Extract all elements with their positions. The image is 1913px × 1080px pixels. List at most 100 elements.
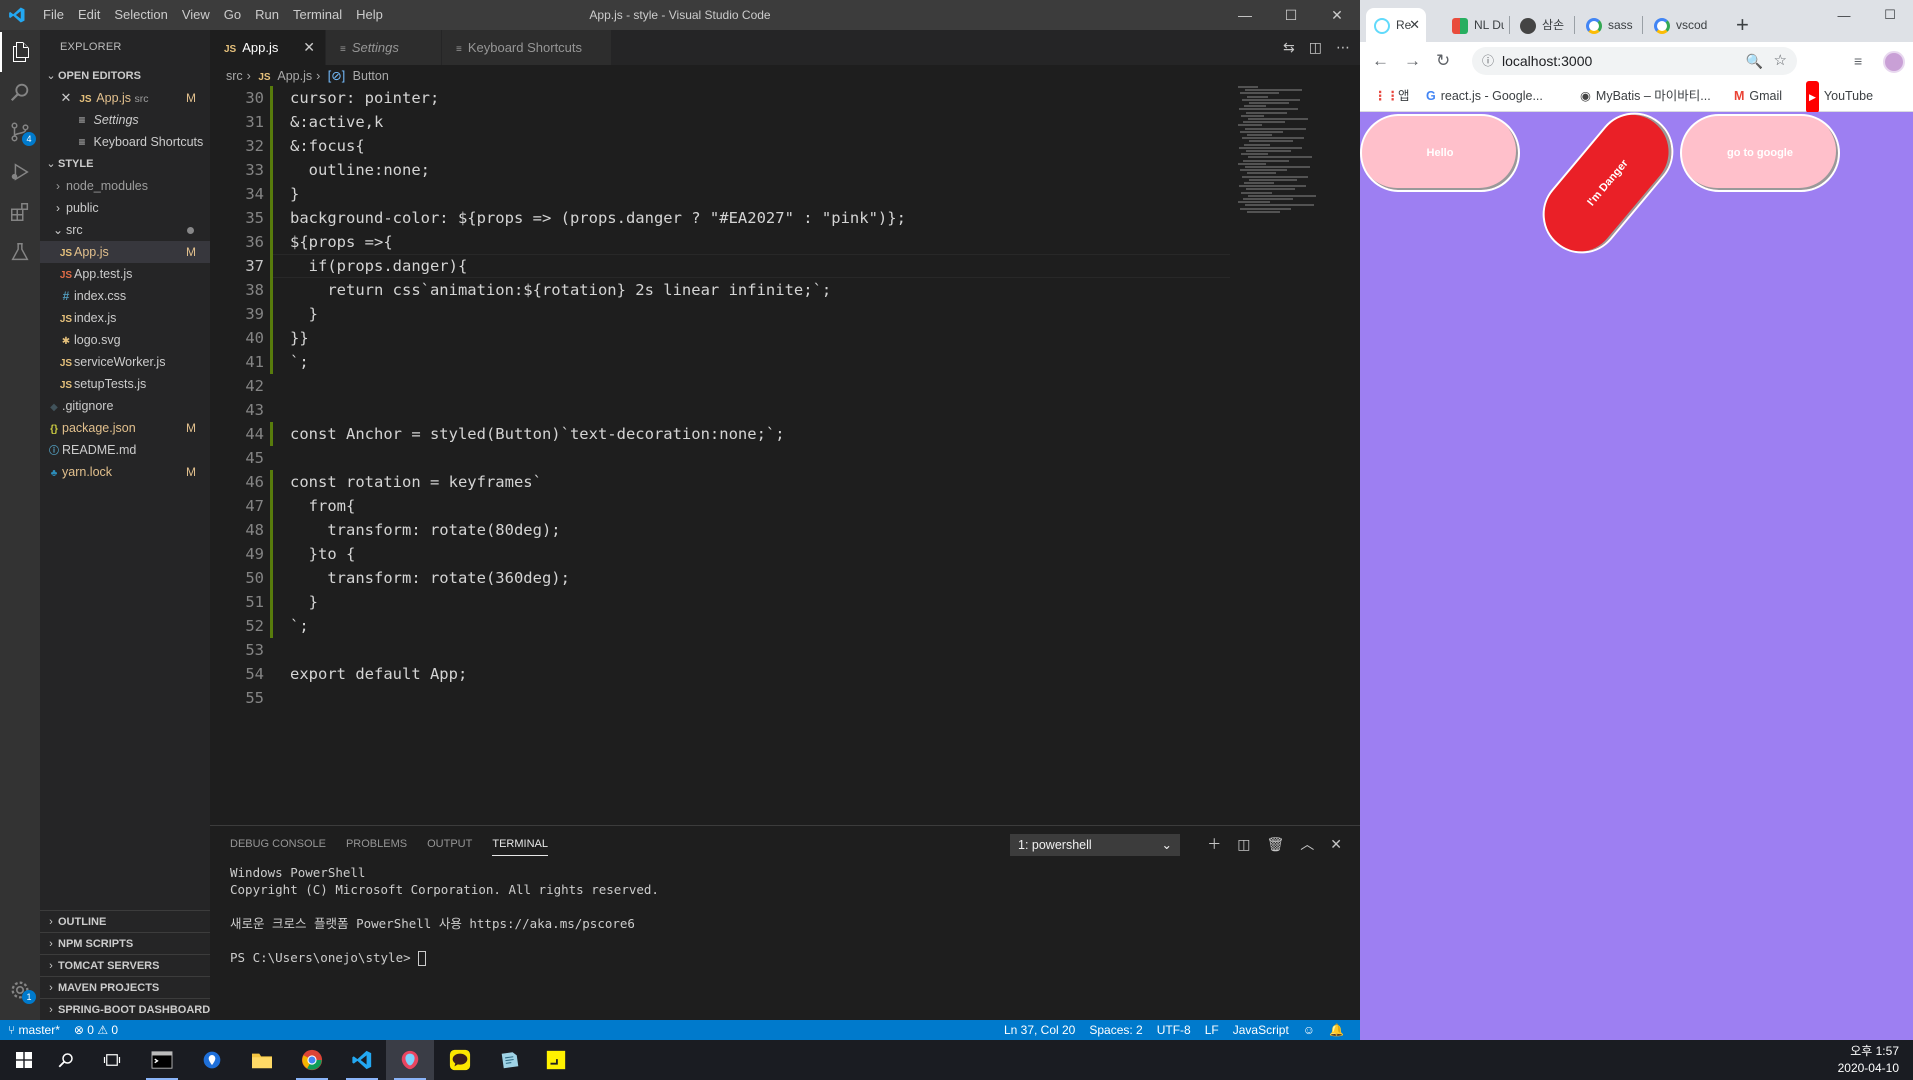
tree-file-index-css[interactable]: # index.css [40, 285, 210, 307]
terminal-output[interactable]: Windows PowerShell Copyright (C) Microso… [230, 864, 659, 966]
start-button[interactable] [0, 1040, 48, 1080]
reload-icon[interactable]: ↻ [1436, 42, 1450, 80]
chrome-tab-du[interactable]: NL Du [1444, 8, 1504, 42]
tree-folder-src[interactable]: ⌄ src [40, 219, 210, 241]
bookmark-youtube[interactable]: ▶ YouTube [1806, 80, 1873, 113]
chrome-minimize-button[interactable]: — [1821, 0, 1867, 30]
more-actions-icon[interactable]: ⋯ [1336, 39, 1350, 56]
chrome-tab-vscode[interactable]: vscod [1646, 8, 1716, 42]
menu-go[interactable]: Go [217, 0, 248, 30]
tree-file-serviceworker-js[interactable]: JS serviceWorker.js [40, 351, 210, 373]
tree-file-app-js[interactable]: JS App.js M [40, 241, 210, 263]
tree-file-package-json[interactable]: {} package.json M [40, 417, 210, 439]
tree-folder-node-modules[interactable]: › node_modules [40, 175, 210, 197]
zoom-icon[interactable]: 🔍 [1746, 47, 1763, 75]
menu-selection[interactable]: Selection [107, 0, 174, 30]
search-activity[interactable] [0, 72, 40, 112]
chrome-tab-react[interactable]: Re ✕ [1366, 8, 1426, 42]
star-icon[interactable]: ☆ [1774, 47, 1787, 75]
menu-run[interactable]: Run [248, 0, 286, 30]
end-of-line[interactable]: LF [1205, 1020, 1219, 1040]
minimize-button[interactable]: — [1222, 0, 1268, 30]
open-editor-keyboard-shortcuts[interactable]: ≡ Keyboard Shortcuts [40, 131, 210, 153]
profile-avatar[interactable] [1883, 51, 1905, 73]
hello-button[interactable]: Hello [1360, 114, 1520, 192]
taskbar-notepad[interactable] [486, 1040, 534, 1080]
menu-edit[interactable]: Edit [71, 0, 107, 30]
tab-settings[interactable]: ≡ Settings [326, 30, 442, 65]
code-editor[interactable]: 30 cursor: pointer; 31 &:active,k 32 &:focus{… [210, 86, 1230, 707]
extensions-activity[interactable] [0, 192, 40, 232]
tree-file-readme-md[interactable]: ⓘ README.md [40, 439, 210, 461]
tomcat-servers-section[interactable]: › TOMCAT SERVERS [40, 954, 210, 976]
taskbar-file-explorer[interactable] [238, 1040, 286, 1080]
menu-terminal[interactable]: Terminal [286, 0, 349, 30]
trash-icon[interactable]: 🗑 [1266, 836, 1284, 853]
split-editor-icon[interactable]: ◫ [1309, 39, 1322, 56]
chrome-maximize-button[interactable]: ☐ [1867, 0, 1913, 30]
bookmark-gmail[interactable]: M Gmail [1734, 80, 1782, 112]
run-activity[interactable] [0, 152, 40, 192]
reading-list-icon[interactable]: ≡ [1854, 42, 1862, 80]
address-bar[interactable]: ⓘ localhost:3000 🔍 ☆ [1472, 47, 1797, 75]
indentation[interactable]: Spaces: 2 [1089, 1020, 1142, 1040]
bookmark-react[interactable]: Greact.js - Google... [1426, 80, 1543, 112]
feedback-icon[interactable]: ☺ [1303, 1020, 1315, 1040]
workspace-section[interactable]: ⌄ STYLE [40, 153, 210, 175]
compare-changes-icon[interactable]: ⇆ [1283, 39, 1295, 56]
problems-status[interactable]: ⊗ 0 ⚠ 0 [74, 1020, 118, 1040]
app-bookmark[interactable]: 앱 [1398, 80, 1410, 112]
menu-file[interactable]: File [36, 0, 71, 30]
git-branch[interactable]: ⑂ master* [8, 1020, 60, 1040]
back-arrow-icon[interactable]: ← [1372, 42, 1389, 80]
close-tab-icon[interactable]: ✕ [1409, 8, 1420, 42]
close-tab-icon[interactable]: ✕ [303, 30, 315, 65]
bell-icon[interactable]: 🔔 [1329, 1020, 1344, 1040]
taskbar-paint[interactable] [386, 1040, 434, 1080]
menu-view[interactable]: View [175, 0, 217, 30]
system-clock[interactable]: 오후 1:57 2020-04-10 [1838, 1043, 1899, 1077]
close-panel-icon[interactable]: ✕ [1330, 836, 1342, 853]
language-mode[interactable]: JavaScript [1233, 1020, 1289, 1040]
spring-boot-dashboard-section[interactable]: › SPRING-BOOT DASHBOARD [40, 998, 210, 1020]
encoding[interactable]: UTF-8 [1157, 1020, 1191, 1040]
taskbar-terminal[interactable] [138, 1040, 186, 1080]
taskbar-maps[interactable] [188, 1040, 236, 1080]
outline-section[interactable]: › OUTLINE [40, 910, 210, 932]
close-icon[interactable]: ✕ [58, 87, 74, 109]
taskbar-vscode[interactable] [338, 1040, 386, 1080]
forward-arrow-icon[interactable]: → [1404, 42, 1421, 80]
info-icon[interactable]: ⓘ [1482, 47, 1494, 75]
maven-projects-section[interactable]: › MAVEN PROJECTS [40, 976, 210, 998]
tab-terminal[interactable]: TERMINAL [492, 833, 548, 856]
tree-file-gitignore[interactable]: ◆ .gitignore [40, 395, 210, 417]
tree-folder-public[interactable]: › public [40, 197, 210, 219]
tab-output[interactable]: OUTPUT [427, 826, 472, 862]
chevron-up-icon[interactable]: ︿ [1300, 834, 1314, 854]
tree-file-yarn-lock[interactable]: ♣ yarn.lock M [40, 461, 210, 483]
tab-keyboard-shortcuts[interactable]: ≡ Keyboard Shortcuts [442, 30, 612, 65]
new-terminal-icon[interactable]: ＋ [1207, 834, 1221, 854]
split-terminal-icon[interactable]: ◫ [1237, 836, 1250, 853]
taskbar-chrome[interactable] [288, 1040, 336, 1080]
npm-scripts-section[interactable]: › NPM SCRIPTS [40, 932, 210, 954]
tree-file-setuptests-js[interactable]: JS setupTests.js [40, 373, 210, 395]
testing-activity[interactable] [0, 232, 40, 272]
cursor-position[interactable]: Ln 37, Col 20 [1004, 1020, 1075, 1040]
minimap[interactable] [1238, 86, 1330, 226]
manage-activity[interactable]: 1 [0, 970, 40, 1010]
open-editors-section[interactable]: ⌄ OPEN EDITORS [40, 65, 210, 87]
danger-button[interactable]: I'm Danger [1526, 112, 1690, 270]
editor-scrollbar[interactable] [1346, 86, 1360, 786]
tab-debug-console[interactable]: DEBUG CONSOLE [230, 826, 326, 862]
bookmark-mybatis[interactable]: ◉ MyBatis – 마이바티... [1580, 80, 1711, 112]
open-editor-app-js[interactable]: ✕ JS App.js src M [40, 87, 210, 109]
chrome-tab-samson[interactable]: 삼손 [1512, 8, 1570, 42]
tab-problems[interactable]: PROBLEMS [346, 826, 407, 862]
maximize-button[interactable]: ☐ [1268, 0, 1314, 30]
menu-help[interactable]: Help [349, 0, 390, 30]
close-button[interactable]: ✕ [1314, 0, 1360, 30]
tab-app-js[interactable]: JS App.js ✕ [210, 30, 326, 65]
source-control-activity[interactable]: 4 [0, 112, 40, 152]
taskbar-kakaotalk[interactable] [436, 1040, 484, 1080]
